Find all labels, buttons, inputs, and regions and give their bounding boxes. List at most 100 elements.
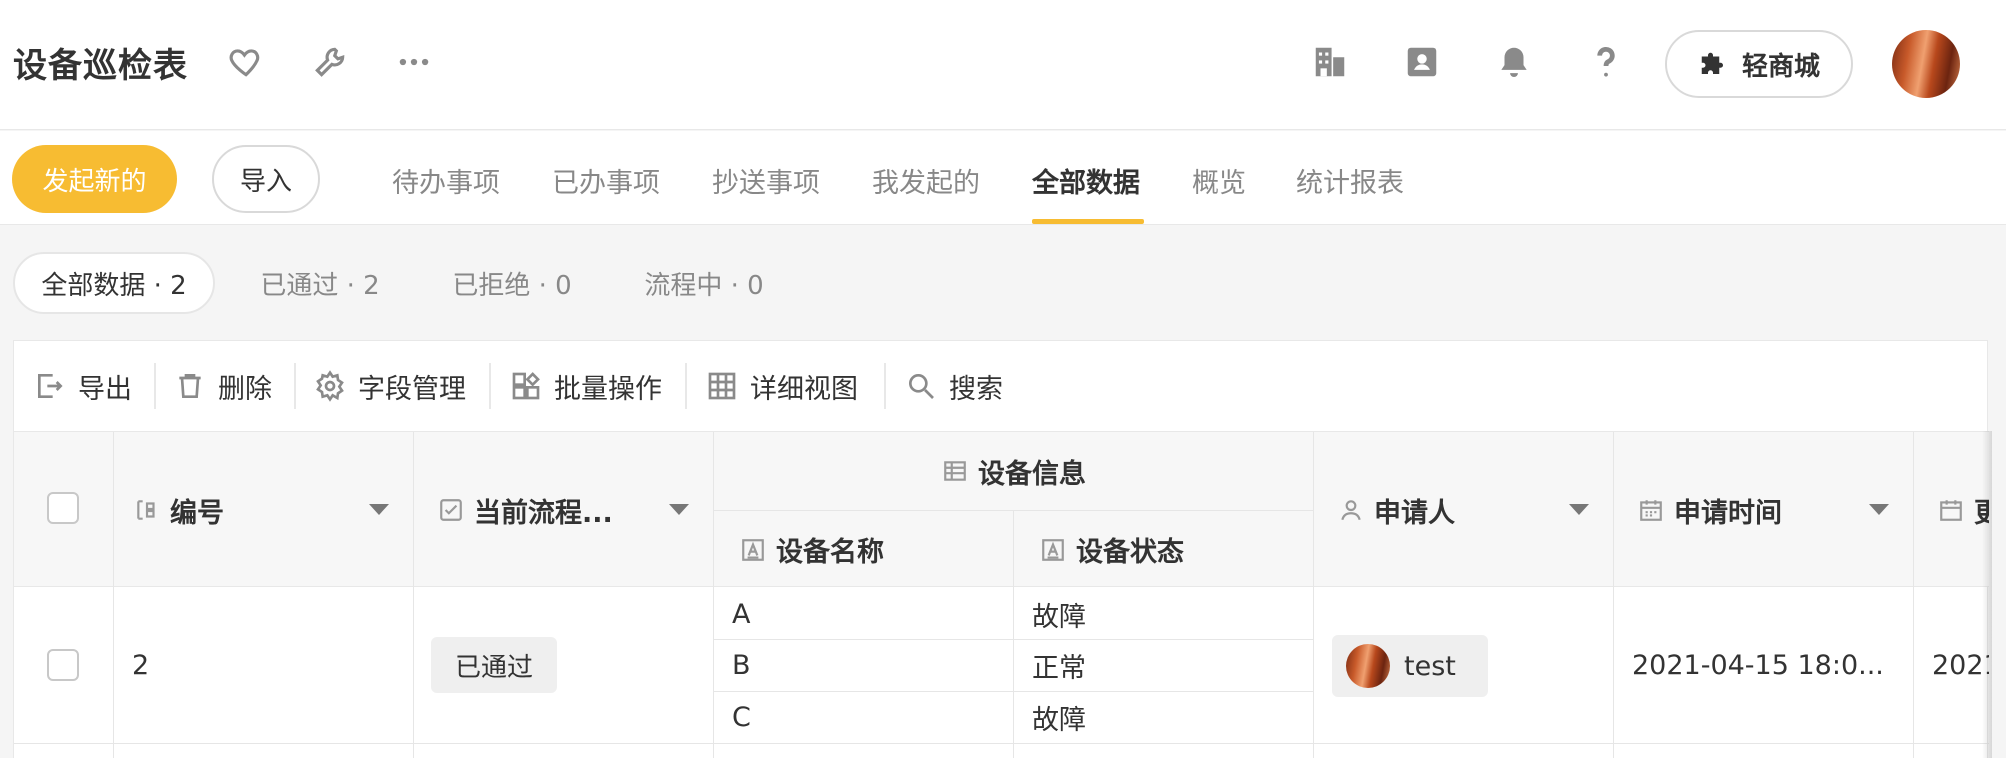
search-label: 搜索 <box>949 373 1003 405</box>
sort-caret-icon[interactable] <box>1869 504 1889 515</box>
device-name-cell: B <box>732 649 751 681</box>
search-icon <box>909 374 934 399</box>
applicant-chip[interactable]: test <box>1332 635 1488 697</box>
table-header: 编号 当前流程... 设备信息 设备名称 设备状态 申请人 申请时间 <box>14 431 1989 588</box>
tab-cc[interactable]: 抄送事项 <box>712 161 820 200</box>
column-update-time[interactable]: 更 <box>1914 432 1989 588</box>
text-field-icon <box>1042 538 1064 561</box>
filter-in-progress[interactable]: 流程中 · 0 <box>624 252 784 314</box>
toolbar-divider <box>489 363 491 409</box>
batch-label: 批量操作 <box>554 373 662 405</box>
column-divider <box>713 432 714 588</box>
row-number: 2 <box>132 649 150 681</box>
tab-todo[interactable]: 待办事项 <box>392 161 500 200</box>
number-field-icon <box>137 500 155 520</box>
mall-button[interactable]: 轻商城 <box>1665 30 1853 98</box>
column-divider <box>113 432 114 588</box>
row-divider <box>14 743 1989 744</box>
import-button[interactable]: 导入 <box>212 145 320 213</box>
filter-all[interactable]: 全部数据 · 2 <box>13 252 215 314</box>
column-device-name[interactable]: 设备名称 <box>714 511 1014 588</box>
sort-caret-icon[interactable] <box>1569 504 1589 515</box>
table-icon <box>708 372 736 400</box>
field-manage-button[interactable]: 字段管理 <box>314 363 466 409</box>
sort-caret-icon[interactable] <box>669 504 689 515</box>
building-icon[interactable] <box>1310 42 1350 82</box>
tab-overview[interactable]: 概览 <box>1192 161 1246 200</box>
delete-button[interactable]: 删除 <box>174 363 272 409</box>
toolbar-divider <box>154 363 156 409</box>
batch-button[interactable]: 批量操作 <box>510 363 662 409</box>
help-icon[interactable] <box>1586 42 1626 82</box>
column-number-label: 编号 <box>170 497 224 529</box>
column-divider <box>713 587 714 758</box>
tab-done[interactable]: 已办事项 <box>552 161 660 200</box>
user-field-icon <box>1341 500 1361 521</box>
detail-view-label: 详细视图 <box>750 373 858 405</box>
column-divider <box>413 587 414 758</box>
toolbar-divider <box>294 363 296 409</box>
active-tab-indicator <box>1032 219 1144 224</box>
device-status-cell: 故障 <box>1032 601 1086 633</box>
field-manage-label: 字段管理 <box>358 373 466 405</box>
new-button[interactable]: 发起新的 <box>12 145 177 213</box>
batch-icon <box>512 372 540 400</box>
mall-label: 轻商城 <box>1741 51 1820 82</box>
column-divider <box>113 587 114 758</box>
subform-icon <box>944 461 966 481</box>
detail-view-button[interactable]: 详细视图 <box>706 363 858 409</box>
puzzle-icon <box>1701 52 1723 74</box>
device-status-cell: 正常 <box>1032 652 1086 684</box>
column-divider <box>1313 432 1314 588</box>
toolbar-divider <box>884 363 886 409</box>
filter-approved[interactable]: 已通过 · 2 <box>240 252 400 314</box>
contacts-icon[interactable] <box>1402 42 1442 82</box>
column-divider <box>1013 587 1014 758</box>
column-flow[interactable]: 当前流程... <box>414 432 713 588</box>
search-button[interactable]: 搜索 <box>905 363 1003 409</box>
column-group-device-info: 设备信息 <box>714 432 1314 510</box>
tab-all-data[interactable]: 全部数据 <box>1032 161 1140 200</box>
filter-rejected[interactable]: 已拒绝 · 0 <box>432 252 592 314</box>
delete-label: 删除 <box>218 373 272 405</box>
export-label: 导出 <box>78 373 132 405</box>
app-header: 设备巡检表 轻商城 <box>0 0 2006 130</box>
applicant-name: test <box>1404 650 1456 682</box>
status-badge: 已通过 <box>431 637 557 693</box>
tab-initiated[interactable]: 我发起的 <box>872 161 980 200</box>
column-device-status[interactable]: 设备状态 <box>1014 511 1314 588</box>
avatar[interactable] <box>1892 30 1960 98</box>
toolbar-divider <box>685 363 687 409</box>
tab-bar: 发起新的 导入 待办事项 已办事项 抄送事项 我发起的 全部数据 概览 统计报表 <box>0 131 2006 225</box>
data-panel: 导出 删除 字段管理 批量操作 详细视图 搜索 编号 当前流程... 设备信息 … <box>13 340 1992 758</box>
calendar-icon <box>1640 500 1662 521</box>
scroll-shadow <box>1982 431 1992 758</box>
column-applicant-label: 申请人 <box>1374 497 1455 529</box>
column-apply-time[interactable]: 申请时间 <box>1614 432 1913 588</box>
heart-icon[interactable] <box>226 42 266 82</box>
export-button[interactable]: 导出 <box>34 363 132 409</box>
column-divider <box>1913 432 1914 588</box>
sort-caret-icon[interactable] <box>369 504 389 515</box>
column-device-status-label: 设备状态 <box>1076 537 1184 568</box>
row-checkbox[interactable] <box>47 649 79 681</box>
column-divider <box>1913 587 1914 758</box>
more-icon[interactable] <box>394 42 434 82</box>
device-name-cell: C <box>732 701 751 733</box>
device-name-cell: A <box>732 598 751 630</box>
column-divider <box>1013 511 1014 588</box>
column-device-name-label: 设备名称 <box>776 537 884 568</box>
text-field-icon <box>742 538 764 561</box>
gear-icon <box>316 370 344 402</box>
column-apply-time-label: 申请时间 <box>1674 497 1782 529</box>
calendar-icon <box>1940 500 1962 521</box>
tab-reports[interactable]: 统计报表 <box>1296 161 1404 200</box>
wrench-icon[interactable] <box>310 42 350 82</box>
bell-icon[interactable] <box>1494 42 1534 82</box>
trash-icon <box>179 374 201 398</box>
column-number[interactable]: 编号 <box>114 432 413 588</box>
checkbox-field-icon <box>440 499 462 521</box>
select-all-checkbox[interactable] <box>47 492 79 524</box>
column-applicant[interactable]: 申请人 <box>1314 432 1613 588</box>
export-icon <box>38 374 63 398</box>
